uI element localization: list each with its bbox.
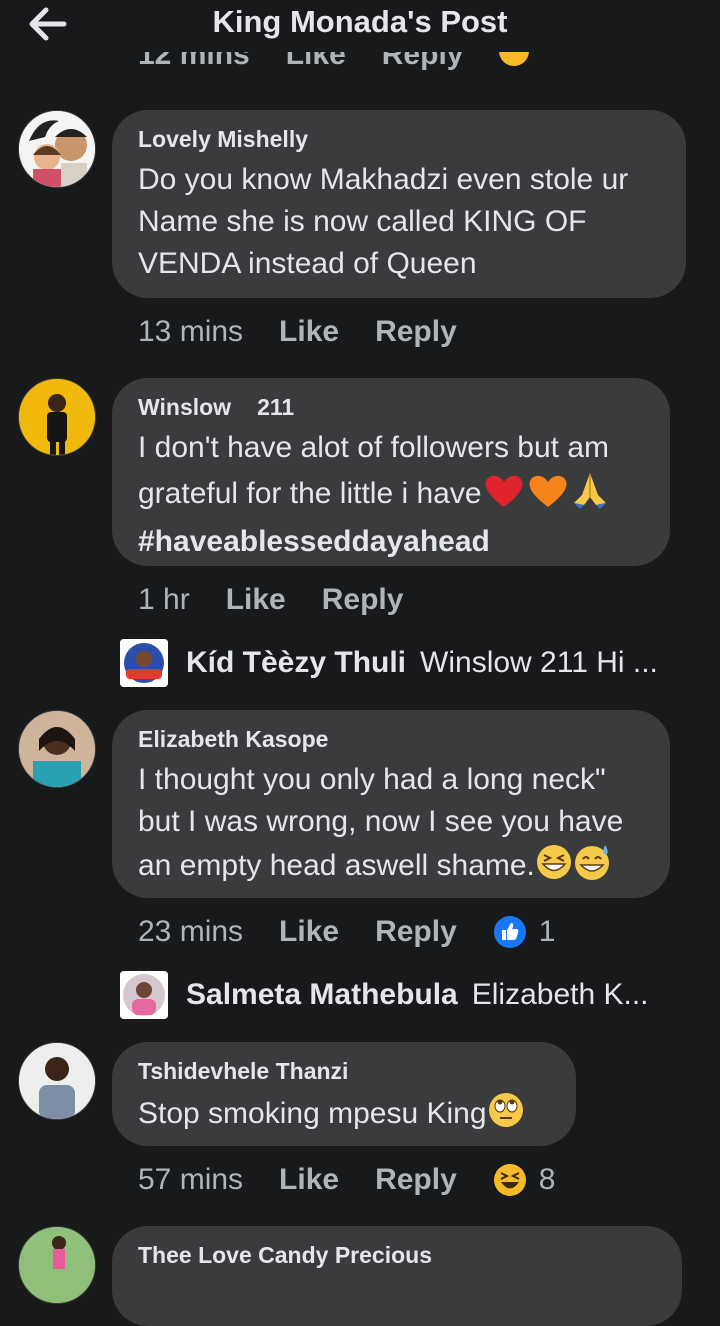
comment-author[interactable]: Winslow [138,394,231,420]
like-button[interactable]: Like [279,1163,339,1197]
comment-actions: 23 mins Like Reply 1 [138,912,555,952]
author-badge: 211 [257,394,295,420]
hashtag[interactable]: #haveablesseddayahead [138,525,490,558]
comment-bubble[interactable]: Thee Love Candy Precious [112,1226,682,1326]
comment-time: 57 mins [138,1163,244,1196]
reply-author[interactable]: Salmeta Mathebula [186,978,458,1012]
reply-preview[interactable]: Kíd Tèèzy Thuli Winslow 211 Hi ... [120,638,658,688]
comment-author[interactable]: Lovely Mishelly [138,126,660,153]
avatar[interactable] [18,1226,96,1304]
reply-snippet: Winslow 211 Hi ... [420,646,658,679]
reply-button[interactable]: Reply [322,583,404,617]
reply-author[interactable]: Kíd Tèèzy Thuli [186,646,406,680]
avatar[interactable] [18,1042,96,1120]
comment-time: 13 mins [138,315,244,348]
reply-avatar [120,639,168,687]
reply-avatar [120,971,168,1019]
top-bar: King Monada's Post [0,0,720,52]
reply-preview[interactable]: Salmeta Mathebula Elizabeth K... [120,970,649,1020]
like-button[interactable]: Like [279,315,339,349]
avatar-photo-icon [19,711,95,787]
comment-time: 23 mins [138,915,244,948]
grinning-sweat-face-icon [573,843,613,893]
reply-button[interactable]: Reply [375,915,457,949]
avatar-photo-icon [19,379,95,455]
comment-text: Stop smoking mpesu King [138,1097,487,1130]
avatar-photo-icon [19,1227,95,1303]
reply-button[interactable]: Reply [375,315,457,349]
comment-bubble[interactable]: Elizabeth Kasope I thought you only had … [112,710,670,898]
reply-button[interactable]: Reply [375,1163,457,1197]
comment-author[interactable]: Tshidevhele Thanzi [138,1058,550,1085]
orange-heart-icon [526,473,570,521]
previous-comment-actions: 12 mins Like Reply [138,50,578,76]
avatar[interactable] [18,110,96,188]
avatar-illustration-icon [19,111,95,187]
folded-hands-icon [570,469,610,521]
comment-bubble[interactable]: Tshidevhele Thanzi Stop smoking mpesu Ki… [112,1042,576,1146]
comment-actions: 13 mins Like Reply [138,312,493,352]
haha-reaction-icon[interactable] [493,1163,527,1197]
like-button[interactable]: Like [279,915,339,949]
avatar[interactable] [18,378,96,456]
like-reaction-icon[interactable] [493,915,527,949]
avatar-photo-icon [19,1043,95,1119]
comment-actions: 57 mins Like Reply 8 [138,1160,555,1200]
grinning-squinting-face-icon [535,843,573,893]
comment-author[interactable]: Elizabeth Kasope [138,726,644,753]
eye-roll-face-icon [487,1091,525,1141]
page-title: King Monada's Post [212,4,508,39]
reaction-count[interactable]: 8 [539,1163,556,1197]
like-button[interactable]: Like [226,583,286,617]
comment-time: 1 hr [138,583,190,616]
comment-bubble[interactable]: Lovely Mishelly Do you know Makhadzi eve… [112,110,686,298]
avatar[interactable] [18,710,96,788]
comment-actions: 1 hr Like Reply [138,580,439,620]
reaction-count[interactable]: 1 [539,915,556,949]
comment-bubble[interactable]: Winslow 211 I don't have alot of follower… [112,378,670,566]
reply-snippet: Elizabeth K... [471,978,649,1011]
comment-text: Do you know Makhadzi even stole ur Name … [138,163,629,280]
comment-author[interactable]: Thee Love Candy Precious [138,1242,656,1269]
red-heart-icon [482,473,526,521]
